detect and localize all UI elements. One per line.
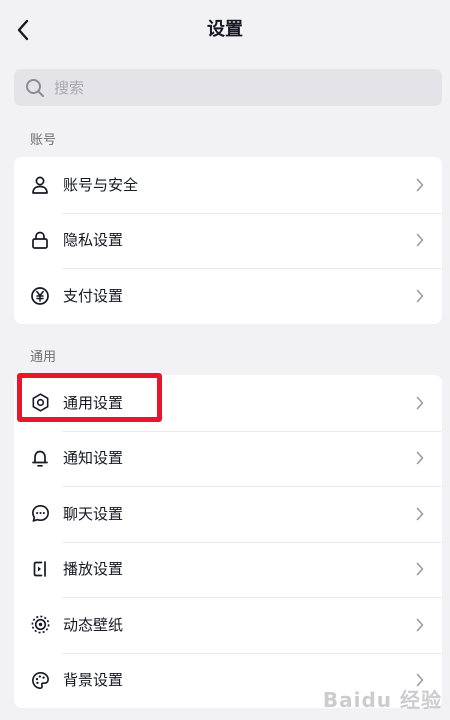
chevron-right-icon [415,673,425,687]
settings-item-label: 隐私设置 [63,231,124,250]
settings-item-live-wallpaper[interactable]: 动态壁纸 [14,597,442,653]
settings-item-label: 账号与安全 [63,175,139,194]
settings-item-payment[interactable]: 支付设置 [14,268,442,324]
settings-item-label: 通用设置 [63,393,124,412]
search-bar[interactable] [14,69,442,106]
page-title: 设置 [207,19,243,40]
chevron-right-icon [415,289,425,303]
section-label-account: 账号 [30,133,57,148]
section-label-general: 通用 [30,350,57,365]
search-input[interactable] [52,71,416,104]
chevron-right-icon [415,562,425,576]
settings-item-label: 背景设置 [63,671,124,690]
play-settings-icon [29,558,51,580]
settings-item-account-security[interactable]: 账号与安全 [14,157,442,213]
gear-icon [29,392,51,414]
settings-item-label: 聊天设置 [63,504,124,523]
chevron-right-icon [415,233,425,247]
bell-icon [29,447,51,469]
chat-bubble-icon [29,503,51,525]
settings-item-label: 支付设置 [63,286,124,305]
user-icon [29,174,51,196]
watermark: Baidu 经验 [322,688,442,712]
chevron-right-icon [415,396,425,410]
live-wallpaper-icon [29,614,51,636]
chevron-right-icon [415,618,425,632]
settings-item-label: 通知设置 [63,449,124,468]
lock-icon [29,229,51,251]
settings-item-notification[interactable]: 通知设置 [14,430,442,487]
palette-icon [29,669,51,691]
nav-bar: 设置 [0,0,450,62]
chevron-right-icon [415,178,425,192]
chevron-right-icon [415,507,425,521]
settings-item-chat[interactable]: 聊天设置 [14,486,442,542]
general-settings-card: 通用设置 通知设置 聊天设置 播放设置 动态壁纸 背景设置 [14,375,442,708]
settings-item-privacy[interactable]: 隐私设置 [14,212,442,269]
yuan-icon [29,285,51,307]
search-icon [24,77,46,99]
chevron-right-icon [415,451,425,465]
settings-item-general[interactable]: 通用设置 [14,375,442,431]
settings-item-playback[interactable]: 播放设置 [14,541,442,598]
account-settings-card: 账号与安全 隐私设置 支付设置 [14,157,442,324]
settings-item-label: 动态壁纸 [63,615,124,634]
settings-item-label: 播放设置 [63,560,124,579]
